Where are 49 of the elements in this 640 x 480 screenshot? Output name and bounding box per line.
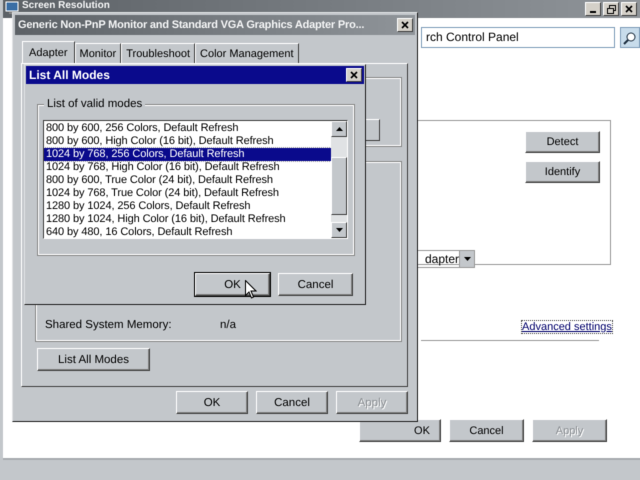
scroll-up-button[interactable] — [331, 121, 347, 137]
memory-value: n/a — [220, 319, 236, 331]
scrollbar[interactable] — [331, 121, 347, 238]
down-arrow-icon — [336, 228, 342, 232]
list-item[interactable]: 1280 by 1024, 256 Colors, Default Refresh — [44, 200, 331, 213]
list-all-modes-button[interactable]: List All Modes — [37, 348, 150, 371]
tab[interactable]: Troubleshoot — [121, 43, 196, 63]
up-arrow-icon — [336, 127, 342, 131]
close-icon — [625, 5, 633, 13]
tab[interactable]: Adapter — [22, 41, 75, 63]
window-title: Screen Resolution — [22, 0, 110, 11]
tab[interactable]: Monitor — [74, 43, 122, 63]
scroll-thumb[interactable] — [331, 157, 347, 215]
restore-button[interactable] — [603, 2, 619, 16]
list-item[interactable]: 800 by 600, High Color (16 bit), Default Refresh — [44, 135, 331, 148]
close-button[interactable] — [397, 18, 413, 32]
side-button[interactable]: Identify — [525, 161, 600, 183]
restore-icon — [606, 4, 616, 14]
list-item[interactable]: 1280 by 1024, High Color (16 bit), Default Refresh — [44, 213, 331, 226]
side-button[interactable]: Detect — [525, 131, 600, 153]
group-label: List of valid modes — [44, 98, 146, 110]
tab[interactable]: Color Management — [195, 43, 299, 63]
list-item[interactable]: 640 by 480, 16 Colors, Default Refresh — [44, 226, 331, 238]
scroll-down-button[interactable] — [331, 222, 347, 238]
list-item[interactable]: 800 by 600, True Color (24 bit), Default Refresh — [44, 174, 331, 187]
list-item[interactable]: 1024 by 768, High Color (16 bit), Default Refresh — [44, 161, 331, 174]
close-icon — [350, 71, 358, 79]
list-item[interactable]: 1024 by 768, True Color (24 bit), Default Refresh — [44, 187, 331, 200]
close-button[interactable] — [621, 2, 637, 16]
memory-label: Shared System Memory: — [45, 319, 172, 331]
dialog-button[interactable]: OK — [176, 391, 248, 414]
search-button[interactable] — [620, 27, 640, 48]
dialog-button[interactable]: Cancel — [278, 273, 353, 296]
close-button[interactable] — [346, 68, 362, 82]
search-field[interactable]: rch Control Panel — [421, 27, 615, 48]
search-icon — [622, 30, 638, 44]
monitor-icon — [5, 1, 19, 15]
dialog-title: List All Modes — [29, 68, 110, 82]
dialog-title: Generic Non-PnP Monitor and Standard VGA Graphics Adapter Pro... — [18, 19, 364, 31]
close-icon — [401, 21, 409, 29]
minimize-button[interactable] — [585, 2, 601, 16]
list-item[interactable]: 800 by 600, 256 Colors, Default Refresh — [44, 122, 331, 135]
advanced-settings-link[interactable]: Advanced settings — [522, 321, 612, 333]
list-item[interactable]: 1024 by 768, 256 Colors, Default Refresh — [44, 148, 331, 161]
dialog-button[interactable]: OK — [195, 273, 270, 296]
dialog-button[interactable]: Cancel — [256, 391, 328, 414]
mouse-pointer-icon — [245, 280, 257, 299]
dialog-button[interactable]: OK — [359, 419, 441, 442]
dialog-button[interactable]: Cancel — [449, 419, 524, 442]
